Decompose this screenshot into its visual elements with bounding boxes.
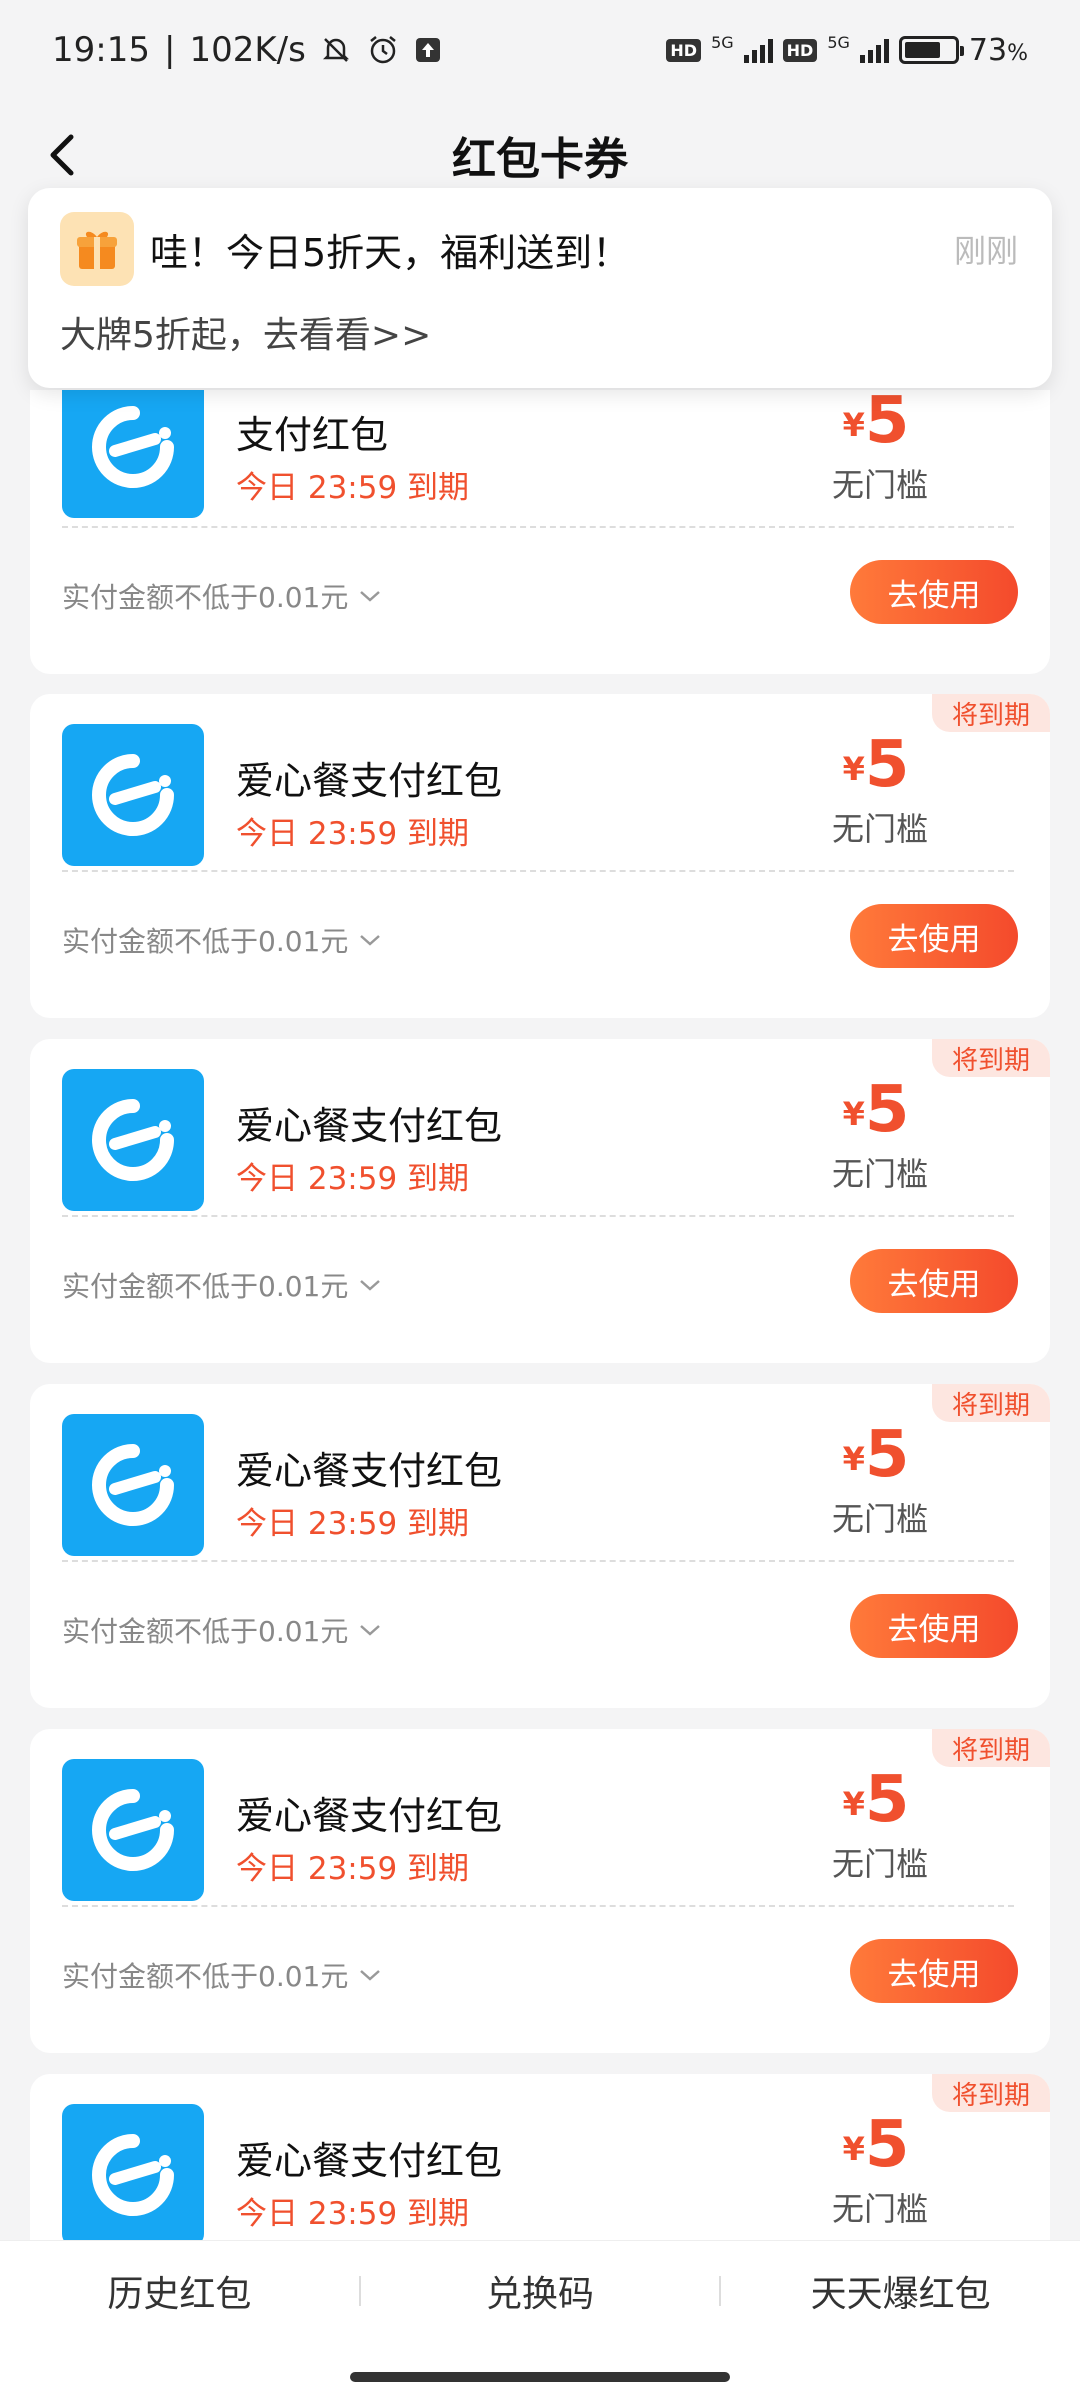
chevron-down-icon — [360, 1280, 381, 1291]
home-indicator[interactable] — [350, 2372, 730, 2382]
hd-badge: HD — [666, 38, 702, 62]
coupon-list[interactable]: 支付红包 今日 23:59 到期 ¥5 无门槛 实付金额不低于0.01元 去使用… — [30, 390, 1050, 2240]
chevron-down-icon — [360, 591, 381, 602]
separator: | — [163, 30, 176, 70]
coupon-condition[interactable]: 实付金额不低于0.01元 — [62, 1610, 382, 1650]
expiring-tag: 将到期 — [931, 1039, 1050, 1077]
tab-history[interactable]: 历史红包 — [0, 2265, 359, 2317]
notification-time: 刚刚 — [953, 232, 1018, 270]
bottom-safe-area — [0, 2340, 1080, 2400]
coupon-threshold: 无门槛 — [831, 2190, 928, 2228]
coupon-title: 爱心餐支付红包 — [236, 2139, 503, 2183]
coupon-title: 爱心餐支付红包 — [236, 1104, 503, 1148]
coupon-amount: ¥5 — [842, 1418, 910, 1492]
coupon-title: 爱心餐支付红包 — [236, 759, 503, 803]
alarm-icon — [366, 33, 400, 67]
bottom-tab-bar: 历史红包 兑换码 天天爆红包 — [0, 2240, 1080, 2340]
coupon-expiry: 今日 23:59 到期 — [236, 1851, 470, 1887]
eleme-logo-icon — [62, 1759, 204, 1901]
expiring-tag: 将到期 — [931, 694, 1050, 732]
chevron-left-icon — [50, 134, 74, 176]
eleme-logo-icon — [62, 390, 204, 518]
coupon-condition[interactable]: 实付金额不低于0.01元 — [62, 920, 382, 960]
coupon-threshold: 无门槛 — [831, 1500, 928, 1538]
coupon-amount: ¥5 — [842, 728, 910, 802]
coupon-threshold: 无门槛 — [831, 466, 928, 504]
eleme-logo-icon — [62, 724, 204, 866]
back-button[interactable] — [30, 122, 96, 188]
network-speed: 102K/s — [189, 30, 306, 70]
use-button[interactable]: 去使用 — [850, 1594, 1018, 1658]
divider — [62, 526, 1014, 528]
network-type-2: 5G — [827, 32, 850, 52]
use-button[interactable]: 去使用 — [850, 1939, 1018, 2003]
expiring-tag: 将到期 — [931, 1729, 1050, 1767]
coupon-amount: ¥5 — [842, 1073, 910, 1147]
divider — [62, 1905, 1014, 1907]
coupon-title: 支付红包 — [236, 413, 389, 457]
chevron-down-icon — [360, 1625, 381, 1636]
coupon-threshold: 无门槛 — [831, 1845, 928, 1883]
signal-icon-2 — [859, 37, 889, 63]
coupon-amount: ¥5 — [842, 2108, 910, 2182]
status-bar: 19:15 | 102K/s HD 5G HD 5G 73% — [0, 0, 1080, 100]
coupon-card: 将到期 爱心餐支付红包 今日 23:59 到期 ¥5 无门槛 实付金额不低于0.… — [30, 1039, 1050, 1363]
network-type: 5G — [711, 32, 734, 52]
upload-icon — [414, 36, 442, 64]
page-title: 红包卡券 — [452, 134, 628, 185]
notification-body[interactable]: 大牌5折起，去看看>> — [60, 306, 431, 358]
coupon-expiry: 今日 23:59 到期 — [236, 470, 470, 506]
promo-notification[interactable]: 哇！今日5折天，福利送到！ 刚刚 大牌5折起，去看看>> — [28, 188, 1052, 388]
coupon-expiry: 今日 23:59 到期 — [236, 1161, 470, 1197]
coupon-card: 支付红包 今日 23:59 到期 ¥5 无门槛 实付金额不低于0.01元 去使用 — [30, 390, 1050, 674]
coupon-card: 将到期 爱心餐支付红包 今日 23:59 到期 ¥5 无门槛 实付金额不低于0.… — [30, 1384, 1050, 1708]
coupon-threshold: 无门槛 — [831, 1155, 928, 1193]
coupon-expiry: 今日 23:59 到期 — [236, 1506, 470, 1542]
coupon-title: 爱心餐支付红包 — [236, 1794, 503, 1838]
chevron-down-icon — [360, 1970, 381, 1981]
coupon-card: 将到期 爱心餐支付红包 今日 23:59 到期 ¥5 无门槛 实付金额不低于0.… — [30, 694, 1050, 1018]
coupon-amount: ¥5 — [842, 1763, 910, 1837]
divider — [62, 870, 1014, 872]
eleme-logo-icon — [62, 2104, 204, 2240]
notification-title: 哇！今日5折天，福利送到！ — [150, 231, 631, 275]
clock: 19:15 — [52, 30, 150, 70]
battery-icon — [898, 36, 964, 64]
divider — [62, 1560, 1014, 1562]
coupon-condition[interactable]: 实付金额不低于0.01元 — [62, 576, 382, 616]
use-button[interactable]: 去使用 — [850, 904, 1018, 968]
battery-fill — [904, 42, 940, 58]
coupon-threshold: 无门槛 — [831, 810, 928, 848]
coupon-expiry: 今日 23:59 到期 — [236, 2196, 470, 2232]
expiring-tag: 将到期 — [931, 2074, 1050, 2112]
coupon-amount: ¥5 — [842, 390, 910, 458]
tab-redeem-code[interactable]: 兑换码 — [361, 2265, 720, 2317]
divider — [62, 1215, 1014, 1217]
battery-level: 73% — [968, 32, 1028, 68]
eleme-logo-icon — [62, 1069, 204, 1211]
chevron-down-icon — [360, 935, 381, 946]
tab-daily-bonus[interactable]: 天天爆红包 — [721, 2265, 1080, 2317]
expiring-tag: 将到期 — [931, 1384, 1050, 1422]
eleme-logo-icon — [62, 1414, 204, 1556]
coupon-expiry: 今日 23:59 到期 — [236, 816, 470, 852]
coupon-condition[interactable]: 实付金额不低于0.01元 — [62, 1955, 382, 1995]
use-button[interactable]: 去使用 — [850, 560, 1018, 624]
coupon-card: 将到期 爱心餐支付红包 今日 23:59 到期 ¥5 无门槛 实付金额不低于0.… — [30, 1729, 1050, 2053]
coupon-condition[interactable]: 实付金额不低于0.01元 — [62, 1265, 382, 1305]
silent-bell-icon — [320, 34, 352, 66]
hd-badge-2: HD — [782, 38, 818, 62]
coupon-title: 爱心餐支付红包 — [236, 1449, 503, 1493]
coupon-card: 将到期 爱心餐支付红包 今日 23:59 到期 ¥5 无门槛 — [30, 2074, 1050, 2240]
gift-icon — [60, 212, 134, 286]
use-button[interactable]: 去使用 — [850, 1249, 1018, 1313]
signal-icon — [743, 37, 773, 63]
